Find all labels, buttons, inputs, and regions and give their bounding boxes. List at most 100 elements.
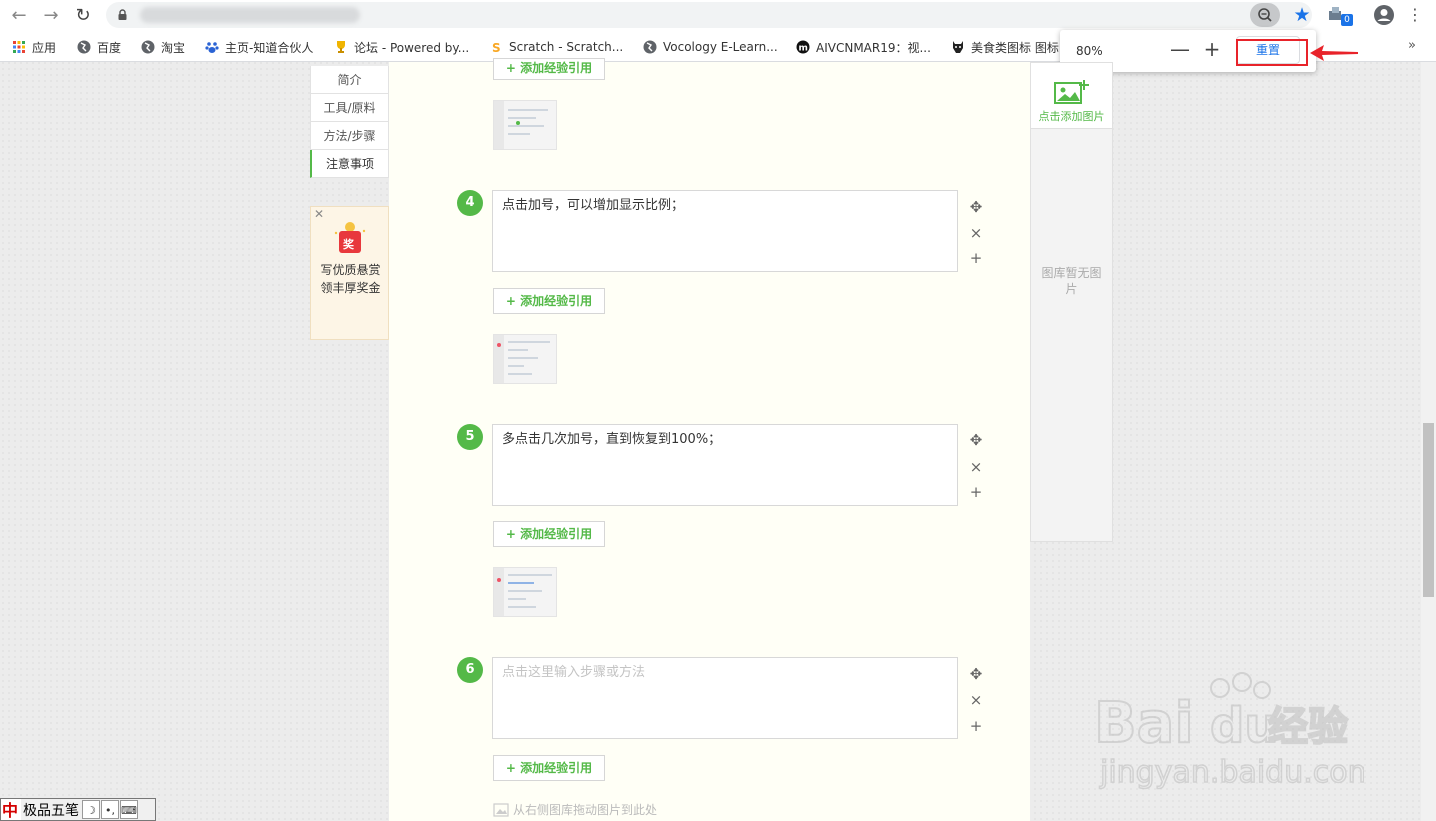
bookmark-label: Scratch - Scratch... xyxy=(509,40,624,54)
bookmark-food-icons[interactable]: 美食类图标 图标 xyxy=(951,32,1059,62)
bookmark-aivcnmar[interactable]: m AIVCNMAR19：视... xyxy=(796,32,931,62)
article-outline-nav: 简介 工具/原料 方法/步骤 注意事项 xyxy=(310,66,389,178)
more-vertical-icon: ⋮ xyxy=(1407,5,1423,24)
zoom-out-magnifier-icon xyxy=(1258,8,1272,22)
browser-menu-button[interactable]: ⋮ xyxy=(1404,4,1426,26)
move-step-button[interactable]: ✥ xyxy=(967,198,985,216)
delete-step-button[interactable]: × xyxy=(967,458,985,476)
nav-item-notes[interactable]: 注意事项 xyxy=(310,150,389,178)
delete-step-button[interactable]: × xyxy=(967,224,985,242)
plus-icon: + xyxy=(505,761,516,775)
bookmark-baidu[interactable]: 百度 xyxy=(77,32,121,62)
step-text-field[interactable]: 点击加号，可以增加显示比例； xyxy=(492,190,958,272)
svg-text:m: m xyxy=(799,44,808,54)
apps-grid-icon xyxy=(13,41,25,53)
bookmark-zhidao[interactable]: 主页-知道合伙人 xyxy=(205,32,313,62)
zoom-in-button[interactable]: + xyxy=(1200,38,1224,62)
reward-promo-card[interactable]: ✕ 奖 写优质悬赏 领丰厚奖金 xyxy=(310,206,389,340)
step-text-field[interactable]: 多点击几次加号，直到恢复到100%； xyxy=(492,424,958,506)
bookmark-taobao[interactable]: 淘宝 xyxy=(141,32,185,62)
ime-name: 极品五笔 xyxy=(23,802,79,819)
nav-item-tools[interactable]: 工具/原料 xyxy=(310,94,389,122)
close-icon: × xyxy=(969,458,983,476)
add-step-button[interactable]: + xyxy=(967,249,985,267)
bookmark-vocology[interactable]: Vocology E-Learn... xyxy=(643,32,778,62)
step-image-thumbnail[interactable] xyxy=(493,100,557,150)
page-scrollbar[interactable] xyxy=(1421,62,1436,821)
reward-text: 写优质悬赏 领丰厚奖金 xyxy=(315,261,386,297)
zoom-out-button[interactable]: — xyxy=(1168,38,1192,62)
move-icon: ✥ xyxy=(969,198,983,216)
punctuation-icon[interactable]: •, xyxy=(101,800,119,819)
extension-badge: 0 xyxy=(1341,14,1353,26)
globe-icon xyxy=(141,40,155,54)
reward-bag-icon: 奖 xyxy=(334,222,366,253)
bookmark-label: 百度 xyxy=(97,40,122,55)
add-step-button[interactable]: + xyxy=(967,483,985,501)
red-arrow-icon xyxy=(1310,45,1358,61)
reload-button[interactable]: ↻ xyxy=(70,3,96,29)
cat-figure-icon xyxy=(953,41,963,53)
close-icon: × xyxy=(969,224,983,242)
add-citation-button[interactable]: + 添加经验引用 xyxy=(493,521,605,547)
keyboard-icon[interactable]: ⌨ xyxy=(120,800,138,819)
step-editor: + 添加经验引用 4 点击加号，可以增加显示比例； ✥ × + + 添加经验引用… xyxy=(389,58,1030,821)
nav-item-steps[interactable]: 方法/步骤 xyxy=(310,122,389,150)
profile-button[interactable] xyxy=(1373,4,1395,26)
add-citation-button[interactable]: + 添加经验引用 xyxy=(493,58,605,80)
forward-button[interactable]: → xyxy=(38,3,64,29)
drag-hint-text: 从右侧图库拖动图片到此处 xyxy=(513,803,658,817)
bookmark-label: 应用 xyxy=(32,40,57,55)
move-step-button[interactable]: ✥ xyxy=(967,431,985,449)
reward-line-1: 写优质悬赏 xyxy=(320,263,381,277)
add-citation-button[interactable]: + 添加经验引用 xyxy=(493,755,605,781)
bookmark-label: 论坛 - Powered by... xyxy=(354,40,470,55)
svg-text:S: S xyxy=(492,41,501,54)
add-image-button[interactable]: 点击添加图片 xyxy=(1031,63,1112,129)
plus-icon: + xyxy=(969,717,983,735)
watermark-brand-cn: 经验 xyxy=(1268,704,1348,750)
scrollbar-thumb[interactable] xyxy=(1423,423,1434,597)
account-circle-icon xyxy=(1374,5,1394,25)
bookmark-label: AIVCNMAR19：视... xyxy=(816,40,931,55)
close-icon[interactable]: ✕ xyxy=(314,207,324,221)
plus-icon: + xyxy=(505,61,516,75)
back-button[interactable]: ← xyxy=(6,3,32,29)
move-icon: ✥ xyxy=(969,431,983,449)
bookmark-label: 淘宝 xyxy=(161,40,186,55)
bookmark-apps[interactable]: 应用 xyxy=(12,32,56,62)
moon-icon[interactable]: ☽ xyxy=(82,800,100,819)
reward-line-2: 领丰厚奖金 xyxy=(320,281,381,295)
zoom-level-value: 80% xyxy=(1076,44,1103,58)
baidu-paw-icon xyxy=(205,42,219,53)
watermark-brand-left: Bai xyxy=(1094,691,1194,756)
step-text-field[interactable]: 点击这里输入步骤或方法 xyxy=(492,657,958,739)
ime-status-bar[interactable]: 中 极品五笔 ☽ •, ⌨ xyxy=(0,798,156,821)
plus-icon: + xyxy=(969,483,983,501)
add-citation-label: 添加经验引用 xyxy=(520,527,593,541)
drag-image-hint: 从右侧图库拖动图片到此处 xyxy=(493,801,657,818)
more-bookmarks-button[interactable]: » xyxy=(1408,38,1416,53)
add-citation-label: 添加经验引用 xyxy=(520,761,593,775)
gallery-empty-text: 图库暂无图片 xyxy=(1041,266,1102,296)
lock-icon xyxy=(118,9,127,20)
bookmark-star-button[interactable]: ★ xyxy=(1290,3,1314,27)
add-image-label: 点击添加图片 xyxy=(1038,110,1105,123)
browser-toolbar: ← → ↻ ★ 0 ⋮ xyxy=(0,0,1436,32)
image-gallery-panel: 点击添加图片 图库暂无图片 xyxy=(1030,62,1113,542)
nav-item-intro[interactable]: 简介 xyxy=(310,66,389,94)
reset-highlight-box xyxy=(1236,39,1308,66)
add-citation-label: 添加经验引用 xyxy=(520,294,593,308)
move-icon: ✥ xyxy=(969,665,983,683)
address-bar[interactable]: ★ xyxy=(106,2,1312,28)
delete-step-button[interactable]: × xyxy=(967,691,985,709)
add-step-button[interactable]: + xyxy=(967,717,985,735)
move-step-button[interactable]: ✥ xyxy=(967,665,985,683)
step-image-thumbnail[interactable] xyxy=(493,567,557,617)
bookmark-forum[interactable]: 论坛 - Powered by... xyxy=(334,32,469,62)
add-citation-button[interactable]: + 添加经验引用 xyxy=(493,288,605,314)
zoom-indicator-button[interactable] xyxy=(1250,3,1280,27)
step-image-thumbnail[interactable] xyxy=(493,334,557,384)
trophy-icon xyxy=(337,41,345,53)
extension-button[interactable]: 0 xyxy=(1328,5,1354,27)
